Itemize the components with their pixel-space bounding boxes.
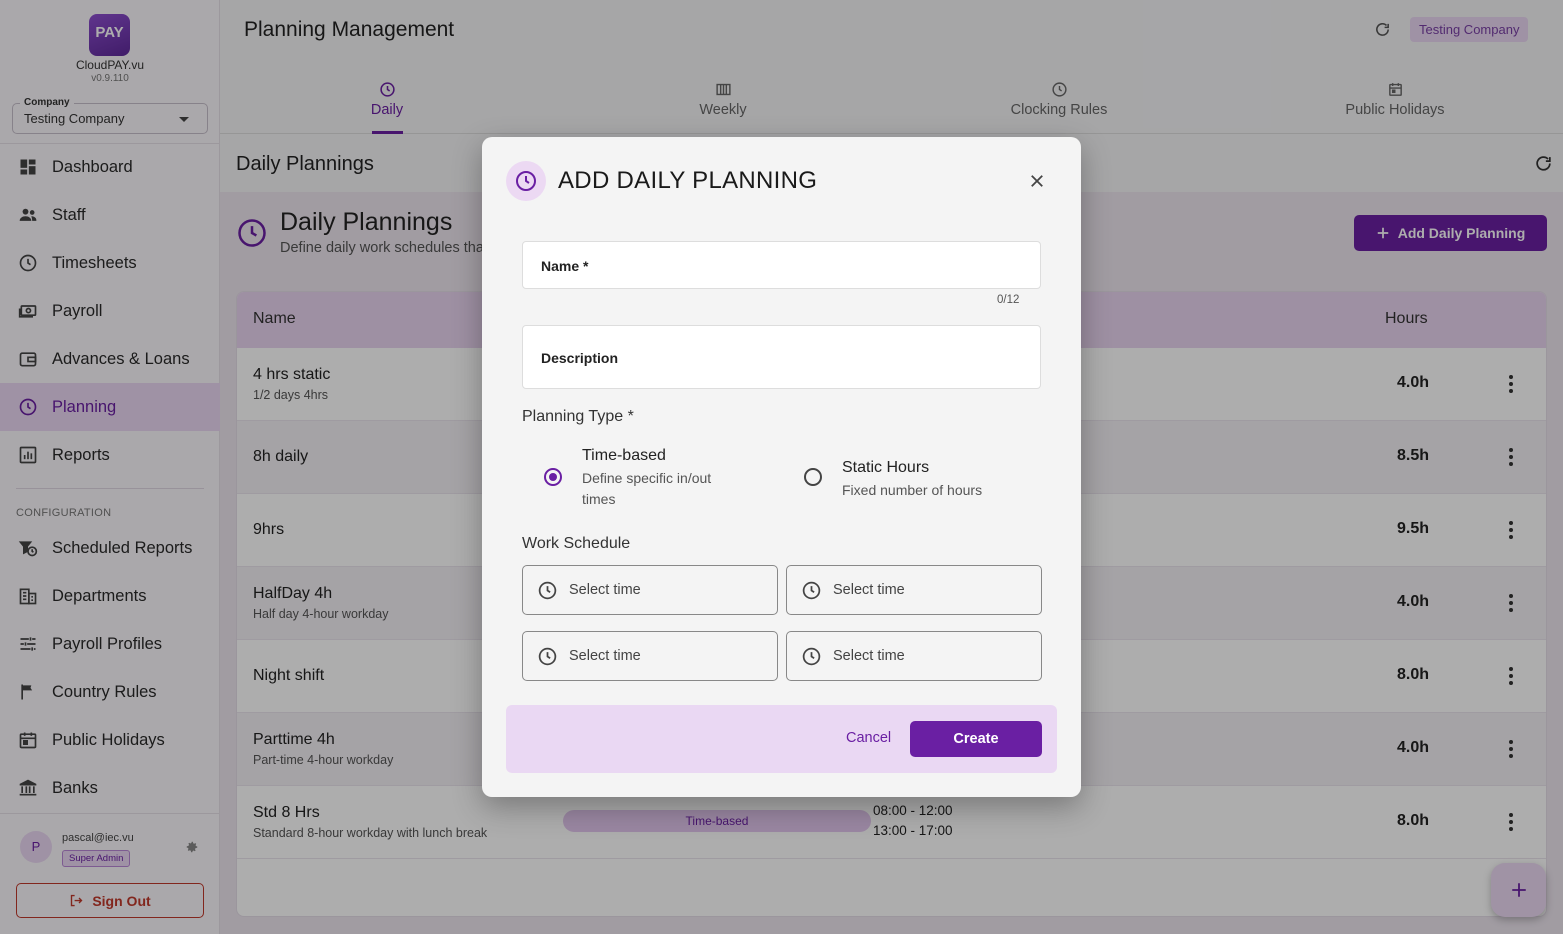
description-field[interactable]: Description	[522, 325, 1041, 389]
dialog-footer: Cancel Create	[506, 705, 1057, 773]
time-placeholder: Select time	[833, 582, 905, 598]
time-out-2-field[interactable]: Select time	[786, 631, 1042, 681]
planning-type-label: Planning Type *	[522, 408, 634, 425]
option-description: Define specific in/out	[582, 470, 712, 486]
name-field[interactable]: Name *	[522, 241, 1041, 289]
name-field-label: Name *	[541, 258, 589, 274]
time-placeholder: Select time	[569, 648, 641, 664]
close-icon[interactable]	[1028, 172, 1046, 190]
dialog-title: ADD DAILY PLANNING	[558, 167, 818, 194]
description-field-label: Description	[541, 350, 619, 366]
option-title[interactable]: Time-based	[582, 447, 666, 465]
time-out-1-field[interactable]: Select time	[786, 565, 1042, 615]
dialog-icon-badge	[506, 161, 546, 201]
name-char-counter: 0/12	[997, 294, 1020, 306]
clock-icon	[538, 581, 557, 599]
cancel-button[interactable]: Cancel	[846, 730, 891, 746]
radio-static-hours[interactable]	[804, 468, 822, 486]
work-schedule-label: Work Schedule	[522, 535, 631, 552]
clock-icon	[538, 647, 557, 665]
clock-icon	[802, 647, 821, 665]
add-daily-planning-dialog: ADD DAILY PLANNING Name * 0/12 Descripti…	[482, 137, 1081, 797]
option-title[interactable]: Static Hours	[842, 459, 929, 477]
time-in-2-field[interactable]: Select time	[522, 631, 778, 681]
clock-icon	[516, 171, 536, 191]
radio-time-based[interactable]	[544, 468, 562, 486]
create-button[interactable]: Create	[910, 721, 1042, 757]
time-in-1-field[interactable]: Select time	[522, 565, 778, 615]
time-placeholder: Select time	[569, 582, 641, 598]
option-description: times	[582, 491, 616, 507]
option-description: Fixed number of hours	[842, 482, 983, 498]
time-placeholder: Select time	[833, 648, 905, 664]
clock-icon	[802, 581, 821, 599]
